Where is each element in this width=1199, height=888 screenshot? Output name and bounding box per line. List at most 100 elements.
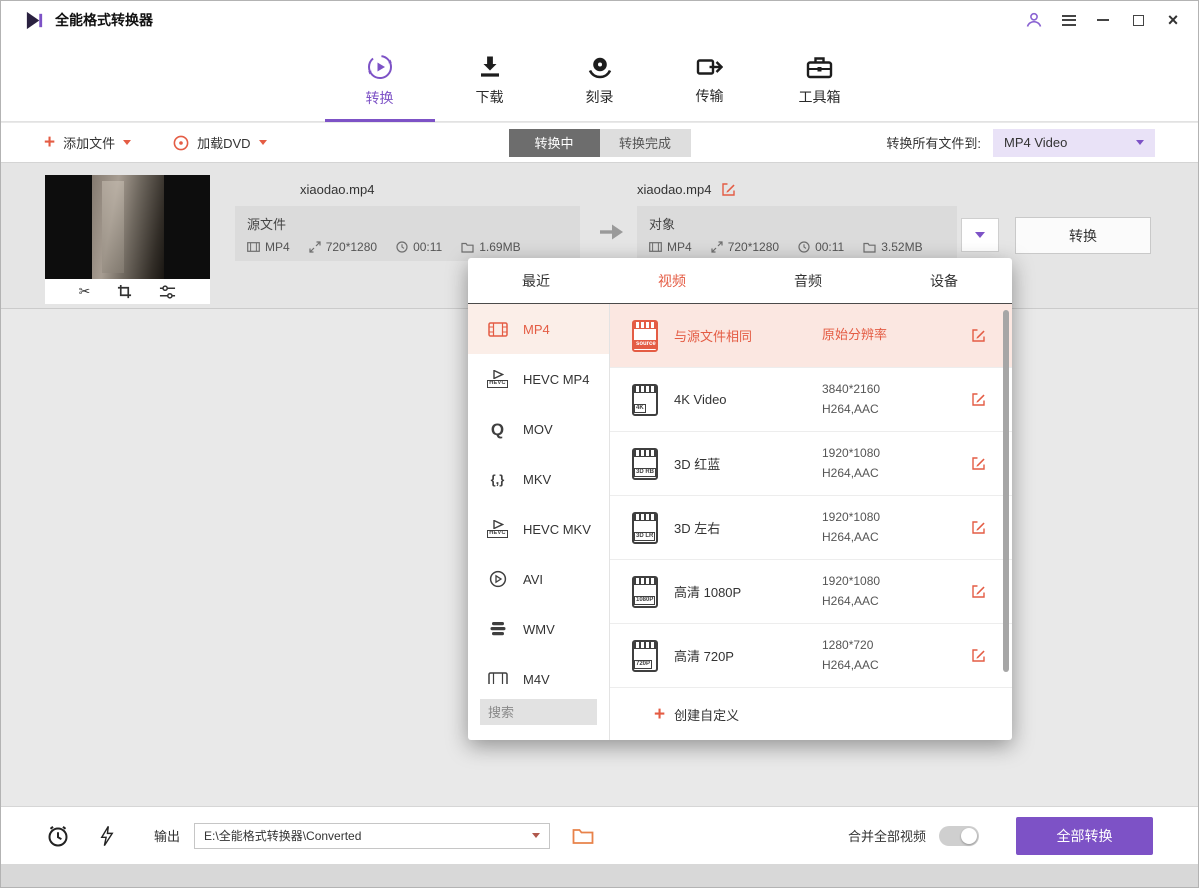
crop-icon[interactable] — [117, 284, 132, 299]
target-size: 3.52MB — [863, 240, 922, 254]
resolution-icon — [711, 241, 723, 253]
format-item-mov[interactable]: Q MOV — [468, 404, 609, 454]
preset-edit-icon[interactable] — [971, 456, 986, 471]
app-title: 全能格式转换器 — [55, 10, 153, 30]
format-item-hevc-mkv[interactable]: HEVC HEVC MKV — [468, 504, 609, 554]
tab-transfer[interactable]: 传输 — [665, 40, 755, 121]
close-button[interactable]: × — [1165, 12, 1181, 28]
tab-transfer-label: 传输 — [696, 86, 724, 106]
mp4-icon — [484, 322, 511, 337]
schedule-icon[interactable] — [46, 824, 70, 848]
source-size: 1.69MB — [461, 240, 520, 254]
preset-edit-icon[interactable] — [971, 328, 986, 343]
format-picker-tabs: 最近 视频 音频 设备 — [468, 258, 1012, 304]
popup-tab-recent[interactable]: 最近 — [468, 258, 604, 303]
convert-all-button[interactable]: 全部转换 — [1016, 817, 1153, 855]
merge-videos-toggle[interactable] — [939, 826, 979, 846]
preset-720p-icon: 720P — [632, 640, 658, 672]
menu-icon[interactable] — [1062, 12, 1076, 28]
output-path-select[interactable]: E:\全能格式转换器\Converted — [194, 823, 550, 849]
hevc-mp4-icon: HEVC — [484, 370, 511, 388]
load-dvd-label: 加载DVD — [197, 133, 250, 152]
target-resolution: 720*1280 — [711, 240, 779, 254]
preset-row-3d-leftright[interactable]: 3D LR 3D 左右 1920*1080H264,AAC — [610, 496, 1012, 560]
tab-converting[interactable]: 转换中 — [509, 129, 600, 157]
resolution-icon — [309, 241, 321, 253]
preset-row-same-as-source[interactable]: source 与源文件相同 原始分辨率 — [610, 304, 1012, 368]
create-custom-button[interactable]: + 创建自定义 — [610, 688, 1012, 740]
tab-toolbox[interactable]: 工具箱 — [775, 40, 865, 121]
preset-3drb-icon: 3D RB — [632, 448, 658, 480]
convert-all-to-label: 转换所有文件到: — [886, 133, 981, 152]
format-item-mp4[interactable]: MP4 — [468, 304, 609, 354]
high-speed-icon[interactable] — [100, 825, 114, 847]
tab-convert[interactable]: 转换 — [335, 40, 425, 121]
merge-videos-label: 合并全部视频 — [848, 826, 926, 845]
format-item-avi[interactable]: AVI — [468, 554, 609, 604]
preset-row-3d-redblue[interactable]: 3D RB 3D 红蓝 1920*1080H264,AAC — [610, 432, 1012, 496]
output-label: 输出 — [154, 826, 180, 845]
account-icon[interactable] — [1025, 11, 1043, 29]
convert-row-button[interactable]: 转换 — [1015, 217, 1151, 254]
preset-row-4k[interactable]: 4K 4K Video 3840*2160H264,AAC — [610, 368, 1012, 432]
preset-edit-icon[interactable] — [971, 584, 986, 599]
bottom-bar: 输出 E:\全能格式转换器\Converted 合并全部视频 全部转换 — [0, 806, 1199, 864]
create-custom-label: 创建自定义 — [674, 705, 739, 724]
load-dvd-caret-icon[interactable] — [259, 140, 267, 145]
add-files-caret-icon[interactable] — [123, 140, 131, 145]
format-item-wmv[interactable]: WMV — [468, 604, 609, 654]
format-select-caret-icon — [1136, 140, 1144, 145]
download-icon — [478, 54, 502, 80]
preset-scrollbar[interactable] — [1003, 310, 1009, 672]
toolbox-icon — [806, 55, 833, 80]
video-thumbnail[interactable] — [45, 175, 210, 279]
preset-edit-icon[interactable] — [971, 520, 986, 535]
preset-1080p-icon: 1080P — [632, 576, 658, 608]
format-item-label: M4V — [523, 672, 550, 685]
format-icon — [247, 242, 260, 252]
add-files-label: 添加文件 — [63, 133, 115, 152]
popup-tab-video[interactable]: 视频 — [604, 258, 740, 303]
rename-edit-icon[interactable] — [721, 182, 736, 197]
main-nav: 转换 下载 刻录 传输 工具箱 — [0, 40, 1199, 122]
popup-tab-audio[interactable]: 音频 — [740, 258, 876, 303]
tab-download[interactable]: 下载 — [445, 40, 535, 121]
format-item-label: HEVC MKV — [523, 522, 591, 537]
plus-icon: + — [654, 705, 665, 724]
duration-icon — [396, 241, 408, 253]
open-folder-icon[interactable] — [572, 827, 594, 845]
format-list-column: MP4 HEVC HEVC MP4 Q MOV {,} MKV HEVC HEV… — [468, 304, 610, 740]
preset-row-720p[interactable]: 720P 高清 720P 1280*720H264,AAC — [610, 624, 1012, 688]
target-format-dropdown-button[interactable] — [961, 218, 999, 252]
format-item-mkv[interactable]: {,} MKV — [468, 454, 609, 504]
load-dvd-button[interactable]: 加载DVD — [173, 133, 266, 152]
format-search-input[interactable] — [480, 699, 597, 725]
format-item-m4v[interactable]: M4V — [468, 654, 609, 684]
target-duration: 00:11 — [798, 240, 844, 254]
preset-4k-icon: 4K — [632, 384, 658, 416]
source-resolution: 720*1280 — [309, 240, 377, 254]
preset-row-1080p[interactable]: 1080P 高清 1080P 1920*1080H264,AAC — [610, 560, 1012, 624]
size-icon — [863, 242, 876, 253]
tab-toolbox-label: 工具箱 — [799, 87, 841, 107]
wmv-icon — [484, 621, 511, 637]
output-path-caret-icon — [532, 833, 540, 838]
popup-tab-device[interactable]: 设备 — [876, 258, 1012, 303]
tab-convert-label: 转换 — [366, 88, 394, 108]
preset-edit-icon[interactable] — [971, 392, 986, 407]
minimize-button[interactable] — [1095, 12, 1111, 28]
add-files-button[interactable]: + 添加文件 — [44, 133, 131, 152]
app-logo-icon — [24, 10, 45, 31]
preset-edit-icon[interactable] — [971, 648, 986, 663]
tab-finished[interactable]: 转换完成 — [600, 129, 691, 157]
window-bottom-strip — [0, 864, 1199, 888]
source-to-target-arrow-icon — [599, 223, 625, 241]
effects-icon[interactable] — [159, 285, 176, 299]
queue-tabs: 转换中 转换完成 — [509, 129, 691, 157]
maximize-button[interactable] — [1130, 12, 1146, 28]
tab-burn[interactable]: 刻录 — [555, 40, 645, 121]
trim-icon[interactable]: ✂ — [79, 283, 91, 300]
format-item-hevc-mp4[interactable]: HEVC HEVC MP4 — [468, 354, 609, 404]
global-output-format-select[interactable]: MP4 Video — [993, 129, 1155, 157]
format-item-label: MP4 — [523, 322, 550, 337]
